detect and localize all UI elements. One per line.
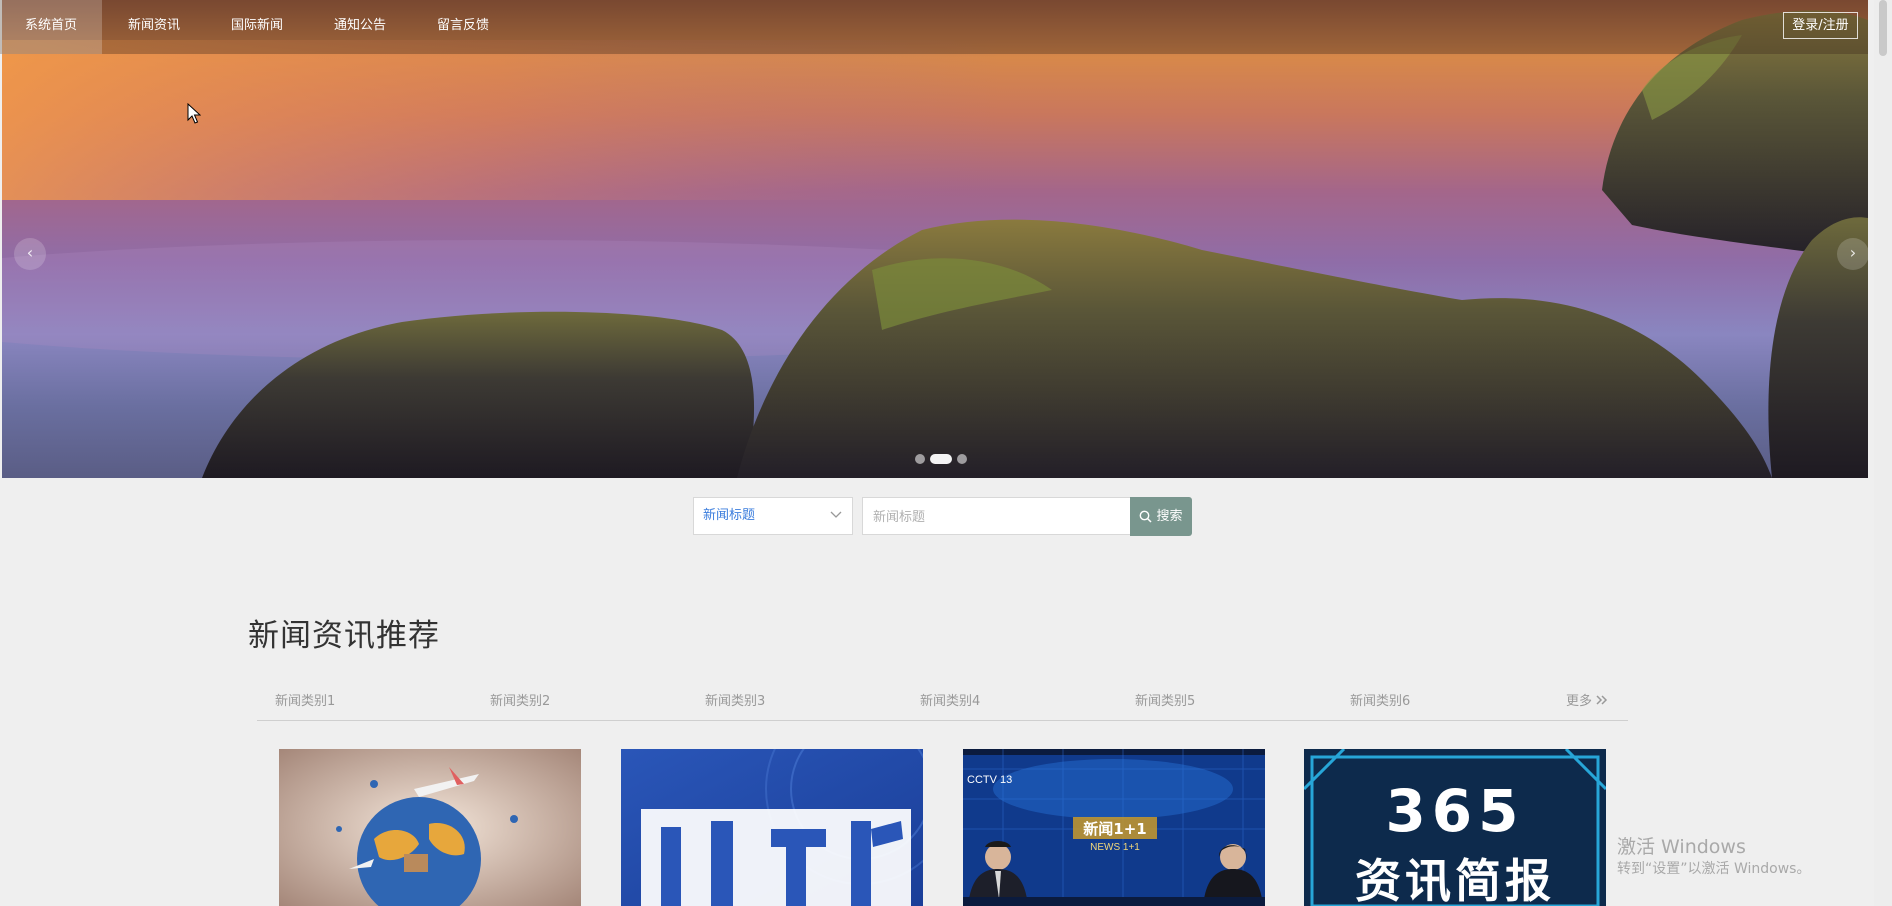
double-chevron-right-icon [1596, 695, 1608, 705]
chevron-down-icon [830, 511, 842, 518]
category-tab[interactable]: 新闻类别3 [705, 690, 765, 709]
carousel-next-button[interactable]: › [1837, 238, 1868, 270]
search-button-label: 搜索 [1156, 509, 1183, 524]
news-card-image: 365 资讯简报 [1304, 749, 1606, 906]
top-nav: 系统首页 新闻资讯 国际新闻 通知公告 留言反馈 登录/注册 [0, 0, 1868, 54]
section-title: 新闻资讯推荐 [248, 618, 440, 654]
news-card[interactable]: 365 资讯简报 [1304, 749, 1606, 906]
carousel-dot-active[interactable] [930, 454, 952, 464]
category-tab[interactable]: 新闻类别2 [490, 690, 550, 709]
news-card[interactable] [621, 749, 923, 906]
section-divider [257, 720, 1628, 721]
hero-image [2, 10, 1868, 478]
news-card-image: CCTV 13 新闻1+1 NEWS 1+1 [963, 749, 1265, 906]
category-tab[interactable]: 新闻类别1 [275, 690, 335, 709]
program-title: 新闻1+1 [1083, 820, 1146, 838]
windows-activation-watermark-title: 激活 Windows [1617, 836, 1746, 858]
search-input[interactable] [862, 497, 1131, 535]
page-scrollbar[interactable] [1874, 0, 1892, 906]
more-link[interactable]: 更多 [1566, 690, 1608, 709]
hero-carousel[interactable]: ‹ › [2, 0, 1868, 478]
nav-item-news[interactable]: 新闻资讯 [103, 0, 205, 54]
news-card-image [279, 749, 581, 906]
news-card[interactable] [279, 749, 581, 906]
windows-activation-watermark-subtitle: 转到“设置”以激活 Windows。 [1617, 861, 1811, 877]
news-card[interactable]: CCTV 13 新闻1+1 NEWS 1+1 [963, 749, 1265, 906]
nav-item-notices[interactable]: 通知公告 [309, 0, 411, 54]
page-scrollbar-thumb[interactable] [1879, 0, 1887, 56]
nav-item-feedback[interactable]: 留言反馈 [412, 0, 514, 54]
carousel-dot[interactable] [915, 454, 925, 464]
news-card-image [621, 749, 923, 906]
search-field-select[interactable]: 新闻标题 [693, 497, 853, 535]
search-icon [1140, 510, 1153, 523]
search-button[interactable]: 搜索 [1130, 497, 1192, 536]
nav-item-international-news[interactable]: 国际新闻 [206, 0, 308, 54]
category-tab[interactable]: 新闻类别6 [1350, 690, 1410, 709]
login-register-button[interactable]: 登录/注册 [1783, 12, 1858, 39]
category-tab[interactable]: 新闻类别4 [920, 690, 980, 709]
search-select-value: 新闻标题 [703, 508, 756, 523]
category-tab[interactable]: 新闻类别5 [1135, 690, 1195, 709]
mouse-cursor-icon [187, 103, 201, 124]
carousel-dot[interactable] [957, 454, 967, 464]
channel-logo: CCTV 13 [967, 774, 1012, 786]
card-headline-number: 365 [1385, 777, 1524, 845]
carousel-prev-button[interactable]: ‹ [14, 238, 46, 270]
more-link-label: 更多 [1566, 694, 1593, 709]
nav-item-home[interactable]: 系统首页 [0, 0, 102, 54]
program-subtitle: NEWS 1+1 [1090, 842, 1140, 853]
card-headline-text: 资讯简报 [1355, 854, 1555, 906]
